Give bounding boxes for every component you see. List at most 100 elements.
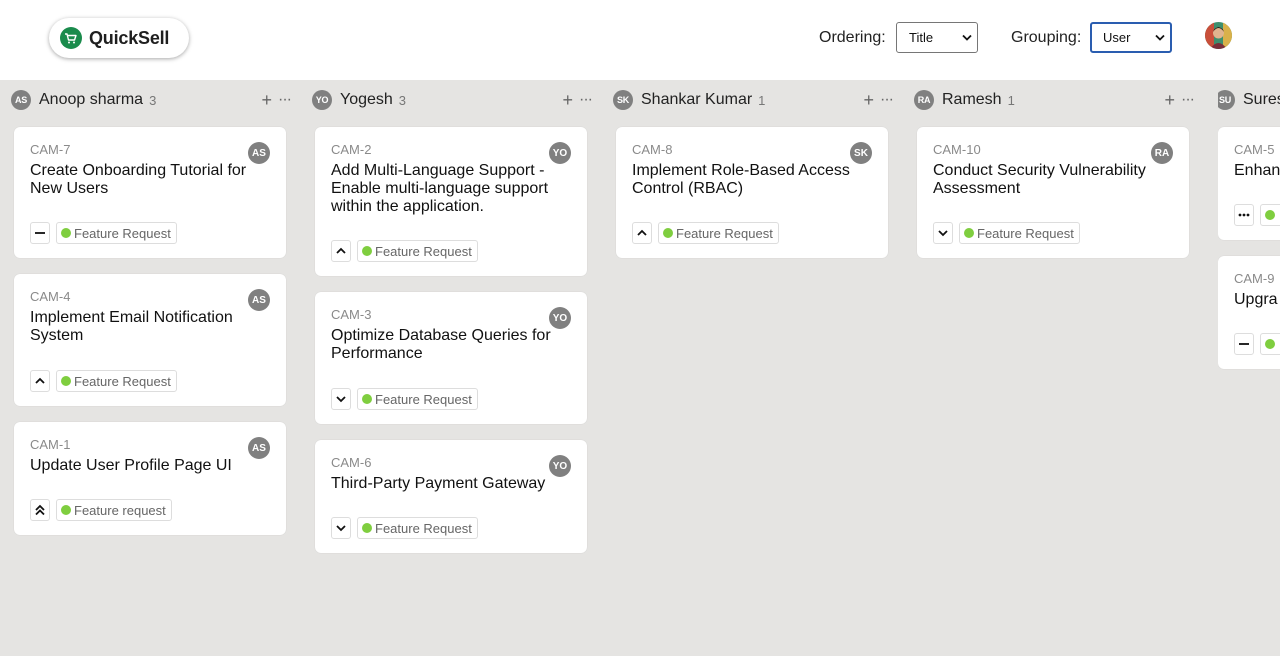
chevron-down-icon (962, 34, 972, 41)
chevron-up-icon[interactable] (30, 370, 50, 392)
ticket-card[interactable]: CAM-3 YO Optimize Database Queries for P… (315, 292, 587, 424)
chevron-up-icon[interactable] (632, 222, 652, 244)
ticket-id: CAM-9 (1234, 271, 1275, 286)
feature-tag (1260, 333, 1280, 355)
ticket-title: Upgra (1234, 291, 1278, 308)
no-priority-icon[interactable] (30, 222, 50, 244)
ticket-card[interactable]: CAM-6 YO Third-Party Payment Gateway Fea… (315, 440, 587, 553)
chevron-down-icon (1155, 34, 1165, 41)
ticket-card[interactable]: CAM-5 Enhan (1218, 127, 1280, 240)
ticket-title: Implement Email Notification System (30, 309, 233, 344)
column-header: YO Yogesh 3 + ··· (312, 90, 593, 110)
ticket-title: Implement Role-Based Access Control (RBA… (632, 162, 850, 197)
kanban-board: AS Anoop sharma 3 + ··· CAM-7 AS Create … (0, 80, 1280, 656)
column-title: Anoop sharma (39, 91, 144, 108)
tag-dot-icon (61, 376, 71, 386)
ordering-select-value: Title (909, 30, 934, 45)
grouping-label: Grouping: (1011, 29, 1082, 46)
chevron-up-icon[interactable] (331, 240, 351, 262)
avatar: AS (248, 289, 270, 311)
avatar: AS (248, 437, 270, 459)
ticket-title: Create Onboarding Tutorial for New Users (30, 162, 247, 197)
tag-dot-icon (663, 228, 673, 238)
column-count: 3 (398, 92, 407, 108)
add-icon[interactable]: + (864, 91, 875, 109)
column-title: Ramesh (942, 91, 1002, 108)
column-count: 1 (1007, 92, 1015, 108)
feature-tag: Feature Request (56, 370, 177, 392)
feature-tag: Feature Request (56, 222, 177, 244)
feature-tag: Feature Request (658, 222, 779, 244)
tag-dot-icon (61, 228, 71, 238)
grouping-select-value: User (1103, 30, 1131, 45)
column-title: Sures (1243, 91, 1280, 108)
ticket-id: CAM-3 (331, 307, 372, 322)
avatar: AS (248, 142, 270, 164)
ellipsis-icon[interactable] (1234, 204, 1254, 226)
avatar: SU (1218, 90, 1235, 110)
more-options-icon[interactable]: ··· (278, 91, 292, 109)
ticket-title: Optimize Database Queries for Performanc… (331, 327, 551, 362)
tag-dot-icon (362, 246, 372, 256)
grouping-select[interactable]: User (1090, 22, 1172, 53)
add-icon[interactable]: + (563, 91, 574, 109)
add-icon[interactable]: + (262, 91, 273, 109)
ticket-title: Enhan (1234, 162, 1280, 179)
chevron-down-icon[interactable] (331, 517, 351, 539)
avatar: SK (850, 142, 872, 164)
ticket-card[interactable]: CAM-4 AS Implement Email Notification Sy… (14, 274, 286, 406)
avatar: SK (613, 90, 633, 110)
tag-dot-icon (61, 505, 71, 515)
avatar: YO (549, 455, 571, 477)
ticket-card[interactable]: CAM-1 AS Update User Profile Page UI Fea… (14, 422, 286, 535)
ticket-card[interactable]: CAM-7 AS Create Onboarding Tutorial for … (14, 127, 286, 258)
ticket-title: Conduct Security Vulnerability Assessmen… (933, 162, 1146, 197)
add-icon[interactable]: + (1165, 91, 1176, 109)
feature-tag: Feature Request (959, 222, 1080, 244)
no-priority-icon[interactable] (1234, 333, 1254, 355)
ordering-select[interactable]: Title (896, 22, 978, 53)
tag-dot-icon (1265, 339, 1275, 349)
ticket-id: CAM-7 (30, 142, 71, 157)
column-title: Shankar Kumar (641, 91, 753, 108)
ticket-card[interactable]: CAM-10 RA Conduct Security Vulnerability… (917, 127, 1189, 258)
feature-tag: Feature Request (357, 240, 478, 262)
feature-tag: Feature Request (357, 388, 478, 410)
column-title: Yogesh (340, 91, 393, 108)
column-count: 1 (758, 92, 766, 108)
quicksell-logo: QuickSell (49, 18, 189, 58)
tag-dot-icon (362, 523, 372, 533)
ticket-title: Update User Profile Page UI (30, 457, 232, 474)
avatar: AS (11, 90, 31, 110)
chevron-down-icon[interactable] (331, 388, 351, 410)
more-options-icon[interactable]: ··· (579, 91, 593, 109)
cart-logo-icon (60, 27, 82, 49)
avatar: RA (914, 90, 934, 110)
brand-name: QuickSell (89, 27, 170, 48)
ticket-id: CAM-5 (1234, 142, 1275, 157)
avatar: YO (549, 142, 571, 164)
ordering-label: Ordering: (819, 29, 886, 46)
more-options-icon[interactable]: ··· (880, 91, 894, 109)
ticket-id: CAM-1 (30, 437, 71, 452)
ticket-card[interactable]: CAM-8 SK Implement Role-Based Access Con… (616, 127, 888, 258)
ticket-id: CAM-4 (30, 289, 71, 304)
profile-photo (1205, 22, 1232, 49)
ticket-card[interactable]: CAM-9 Upgra (1218, 256, 1280, 369)
feature-tag: Feature request (56, 499, 172, 521)
ticket-card[interactable]: CAM-2 YO Add Multi-Language Support - En… (315, 127, 587, 276)
more-options-icon[interactable]: ··· (1181, 91, 1195, 109)
column-header: AS Anoop sharma 3 + ··· (11, 90, 292, 110)
avatar: RA (1151, 142, 1173, 164)
user-avatar[interactable] (1205, 22, 1232, 49)
feature-tag (1260, 204, 1280, 226)
column-clip: SU Sures CAM-5 Enhan CAM-9 Upgra (1218, 80, 1280, 656)
avatar: YO (549, 307, 571, 329)
ticket-id: CAM-10 (933, 142, 981, 157)
feature-tag: Feature Request (357, 517, 478, 539)
chevron-down-icon[interactable] (933, 222, 953, 244)
ticket-title: Add Multi-Language Support - Enable mult… (331, 162, 549, 215)
double-chevron-up-icon[interactable] (30, 499, 50, 521)
column-header: SU Sures (1218, 90, 1280, 110)
ticket-id: CAM-2 (331, 142, 372, 157)
